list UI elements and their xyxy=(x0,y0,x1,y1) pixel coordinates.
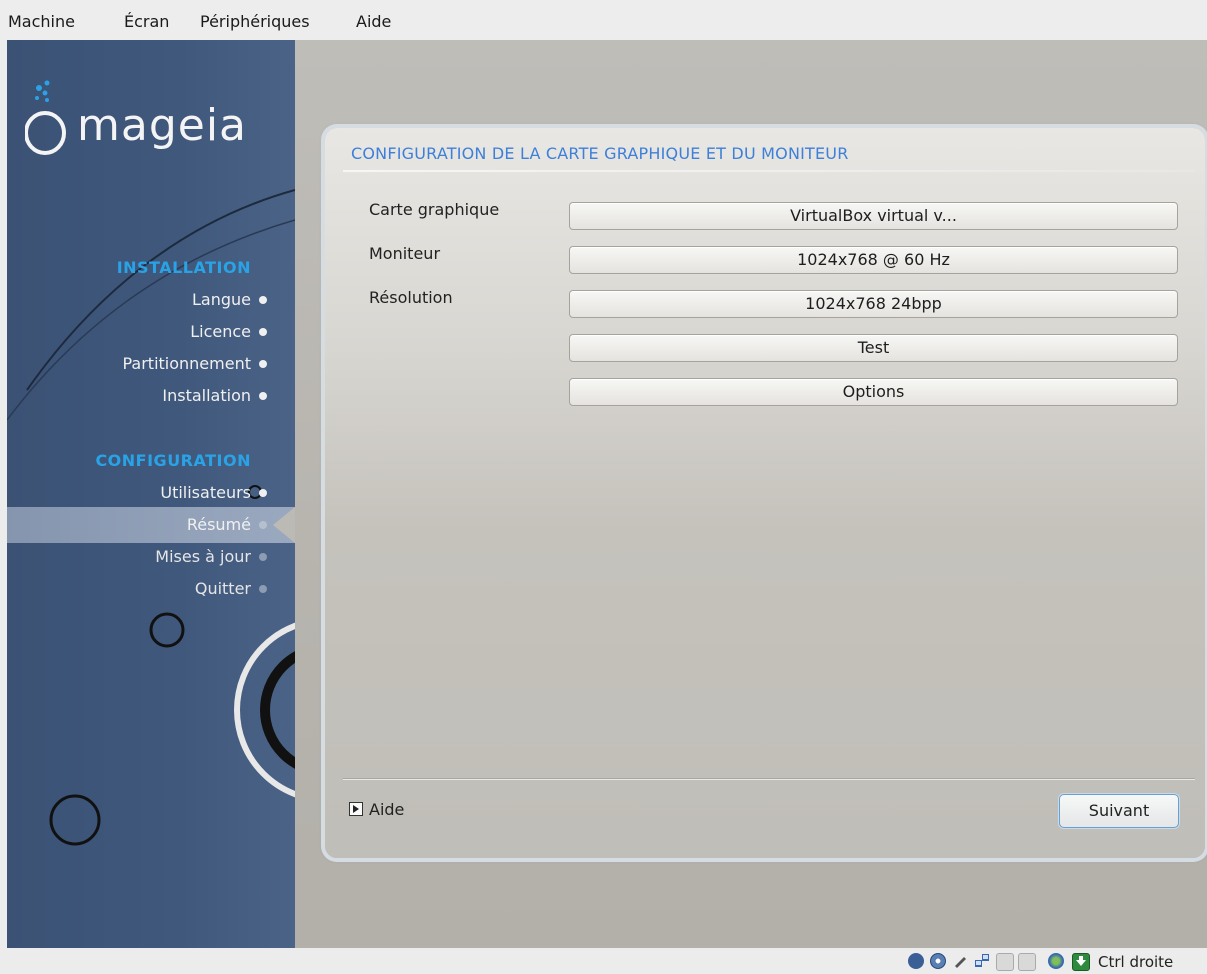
step-utilisateurs: Utilisateurs xyxy=(160,483,267,502)
vm-screen[interactable]: mageia INSTALLATION Langue Licence Parti… xyxy=(7,40,1207,948)
menu-machine[interactable]: Machine xyxy=(8,12,75,31)
host-key-label: Ctrl droite xyxy=(1098,953,1174,971)
help-label: Aide xyxy=(369,800,405,819)
network-icon[interactable] xyxy=(974,953,990,969)
step-pending-dot-icon xyxy=(259,585,267,593)
graphics-card-button[interactable]: VirtualBox virtual v... xyxy=(569,202,1178,230)
host-key-arrow-icon xyxy=(1072,953,1090,971)
label-moniteur: Moniteur xyxy=(369,244,441,263)
graphics-config-panel: CONFIGURATION DE LA CARTE GRAPHIQUE ET D… xyxy=(325,128,1205,858)
panel-title: CONFIGURATION DE LA CARTE GRAPHIQUE ET D… xyxy=(351,144,849,163)
step-resume: Résumé xyxy=(186,515,267,534)
shared-folders-icon[interactable] xyxy=(996,953,1014,971)
title-divider xyxy=(343,170,1195,172)
menu-ecran[interactable]: Écran xyxy=(124,12,169,31)
step-langue: Langue xyxy=(192,290,267,309)
step-done-dot-icon xyxy=(259,328,267,336)
menu-bar: Machine Écran Périphériques Aide xyxy=(0,0,1207,40)
capture-icon[interactable] xyxy=(1048,953,1064,969)
step-pending-dot-icon xyxy=(259,553,267,561)
bottom-divider xyxy=(343,778,1195,779)
menu-peripheriques[interactable]: Périphériques xyxy=(200,12,310,31)
step-label: Mises à jour xyxy=(155,547,251,566)
step-active-dot-icon xyxy=(259,521,267,529)
label-resolution: Résolution xyxy=(369,288,453,307)
step-done-dot-icon xyxy=(259,296,267,304)
label-carte-graphique: Carte graphique xyxy=(369,200,500,219)
resolution-button[interactable]: 1024x768 24bpp xyxy=(569,290,1178,318)
step-partitionnement: Partitionnement xyxy=(122,354,267,373)
sidebar-decoration xyxy=(7,189,295,846)
logo-text: mageia xyxy=(77,100,248,151)
installer-sidebar: mageia INSTALLATION Langue Licence Parti… xyxy=(7,40,295,948)
hard-disk-icon[interactable] xyxy=(908,953,924,969)
step-done-dot-icon xyxy=(259,489,267,497)
options-button[interactable]: Options xyxy=(569,378,1178,406)
section-title-configuration: CONFIGURATION xyxy=(95,451,251,470)
step-licence: Licence xyxy=(190,322,267,341)
step-quitter: Quitter xyxy=(194,579,267,598)
usb-icon[interactable] xyxy=(952,953,968,969)
step-installation: Installation xyxy=(162,386,267,405)
optical-drive-icon[interactable] xyxy=(930,953,946,969)
help-expander[interactable]: Aide xyxy=(349,800,404,819)
step-label: Installation xyxy=(162,386,251,405)
active-step-pointer-icon xyxy=(273,507,295,543)
step-label: Langue xyxy=(192,290,251,309)
step-label: Résumé xyxy=(186,515,251,534)
monitor-button[interactable]: 1024x768 @ 60 Hz xyxy=(569,246,1178,274)
menu-aide[interactable]: Aide xyxy=(356,12,391,31)
next-button[interactable]: Suivant xyxy=(1059,794,1179,828)
display-icon[interactable] xyxy=(1018,953,1036,971)
step-label: Quitter xyxy=(194,579,251,598)
step-done-dot-icon xyxy=(259,392,267,400)
expand-triangle-icon xyxy=(349,802,363,816)
step-label: Utilisateurs xyxy=(160,483,251,502)
step-done-dot-icon xyxy=(259,360,267,368)
step-label: Licence xyxy=(190,322,251,341)
step-label: Partitionnement xyxy=(122,354,251,373)
active-step-highlight xyxy=(7,507,295,543)
vm-status-bar: Ctrl droite xyxy=(0,948,1207,974)
test-button[interactable]: Test xyxy=(569,334,1178,362)
section-title-installation: INSTALLATION xyxy=(116,258,251,277)
step-mises-a-jour: Mises à jour xyxy=(155,547,267,566)
